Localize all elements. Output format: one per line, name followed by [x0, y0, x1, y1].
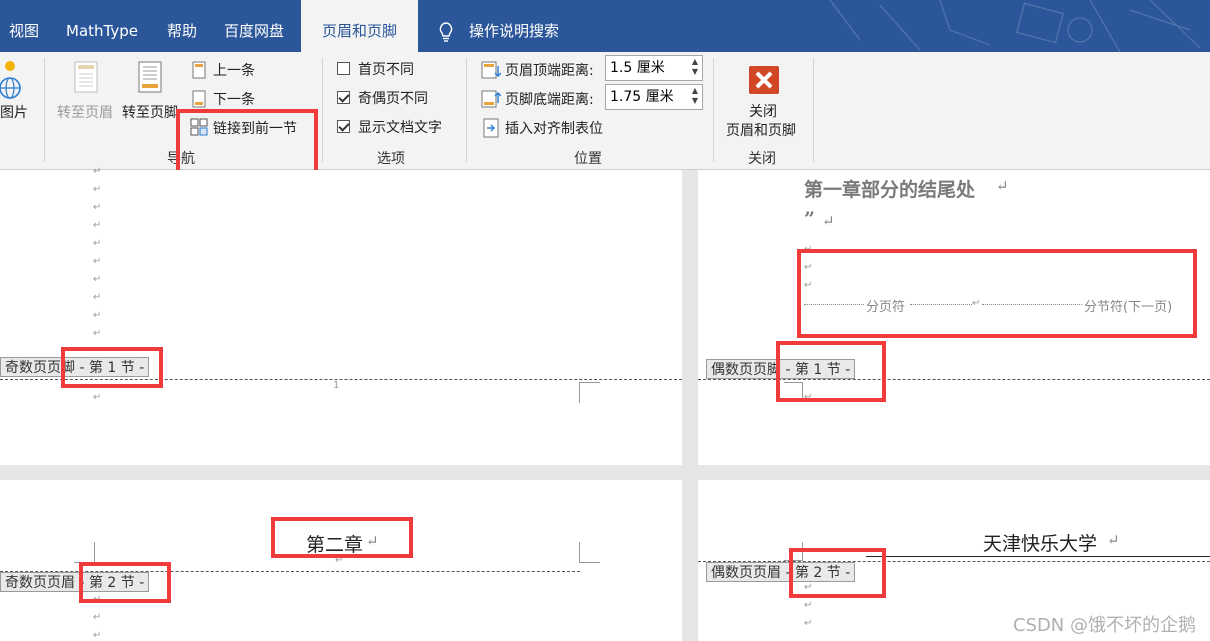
tell-me-search[interactable]: 操作说明搜索	[469, 0, 559, 52]
previous-icon	[192, 61, 206, 79]
spin-arrows-icon[interactable]: ▲ ▼	[692, 57, 698, 77]
page-odd-section2: 第二章 ↵ ↵ 奇数页页眉 - 第 2 节 - ↵ ↵ ↵	[0, 480, 682, 641]
group-label-position: 位置	[574, 151, 602, 167]
tab-baidu-netdisk[interactable]: 百度网盘	[224, 0, 284, 52]
paragraph-mark: ↵	[1107, 531, 1120, 549]
picture-label[interactable]: 图片	[0, 102, 28, 122]
page-odd-section1: ↵ ↵ ↵ ↵ ↵ ↵ ↵ ↵ ↵ ↵ 奇数页页脚 - 第 1 节 - 1 ↵	[0, 166, 682, 465]
goto-header-icon	[74, 61, 98, 93]
highlight-section-break	[797, 249, 1197, 338]
tab-mathtype[interactable]: MathType	[66, 0, 138, 52]
group-separator	[813, 58, 814, 162]
show-document-text-checkbox[interactable]	[337, 120, 350, 133]
paragraph-mark: ↵	[93, 310, 102, 321]
spin-arrows-icon[interactable]: ▲ ▼	[692, 86, 698, 106]
paragraph-mark: ↵	[93, 392, 102, 403]
previous-button[interactable]: 上一条	[213, 60, 255, 80]
close-header-footer-button[interactable]: 页眉和页脚	[726, 120, 796, 140]
highlight-even-header-section2	[789, 548, 886, 598]
paragraph-mark: ↵	[93, 238, 102, 249]
insert-alignment-tab-button[interactable]: 插入对齐制表位	[505, 118, 603, 138]
header-top-distance-label: 页眉顶端距离:	[505, 63, 594, 79]
group-separator	[44, 58, 45, 162]
crop-mark	[74, 542, 95, 563]
next-icon	[192, 90, 206, 108]
header-top-distance-input[interactable]: 1.5 厘米 ▲ ▼	[605, 55, 703, 81]
goto-footer-button[interactable]: 转至页脚	[122, 102, 178, 122]
group-label-close: 关闭	[748, 151, 776, 167]
paragraph-mark: ↵	[93, 184, 102, 195]
tab-view[interactable]: 视图	[9, 0, 39, 52]
university-header-text: 天津快乐大学	[983, 533, 1098, 555]
paragraph-mark: ↵	[93, 166, 102, 177]
tab-help[interactable]: 帮助	[167, 0, 197, 52]
show-document-text-label: 显示文档文字	[358, 120, 442, 136]
group-separator	[713, 58, 714, 162]
closing-quote: ”	[804, 208, 815, 230]
decorative-sketch-pattern	[829, 0, 1201, 52]
group-label-options: 选项	[377, 151, 405, 167]
chapter1-end-text: 第一章部分的结尾处	[804, 179, 976, 201]
paragraph-mark: ↵	[804, 600, 813, 611]
goto-header-button[interactable]: 转至页眉	[57, 102, 113, 122]
paragraph-mark: ↵	[93, 630, 102, 641]
paragraph-mark: ↵	[93, 274, 102, 285]
header-top-distance-value: 1.5 厘米	[610, 60, 665, 76]
crop-mark	[579, 542, 600, 563]
crop-mark	[579, 382, 600, 403]
different-odd-even-label: 奇偶页不同	[358, 91, 428, 107]
close-header-footer-icon[interactable]	[749, 66, 779, 94]
insert-alignment-tab-icon	[483, 118, 499, 138]
paragraph-mark: ↵	[804, 618, 813, 629]
close-button-line1[interactable]: 关闭	[749, 101, 777, 121]
paragraph-mark: ↵	[93, 256, 102, 267]
footer-bottom-distance-icon	[481, 90, 501, 108]
paragraph-mark: ↵	[93, 202, 102, 213]
footer-bottom-distance-label: 页脚底端距离:	[505, 92, 594, 108]
header-top-distance-icon	[481, 61, 501, 79]
paragraph-mark: ↵	[93, 220, 102, 231]
group-separator	[322, 58, 323, 162]
footer-bottom-distance-value: 1.75 厘米	[610, 89, 674, 105]
csdn-watermark: CSDN @饿不坏的企鹅	[1012, 615, 1196, 636]
different-first-page-checkbox[interactable]	[337, 62, 350, 75]
tab-header-footer[interactable]: 页眉和页脚	[301, 0, 418, 52]
ribbon-tab-bar: 视图 MathType 帮助 百度网盘 页眉和页脚 操作说明搜索	[0, 0, 1210, 52]
different-odd-even-checkbox[interactable]	[337, 91, 350, 104]
footer-bottom-distance-input[interactable]: 1.75 厘米 ▲ ▼	[605, 84, 703, 110]
lightbulb-icon	[439, 22, 453, 42]
paragraph-mark: ↵	[996, 177, 1009, 195]
paragraph-mark: ↵	[93, 328, 102, 339]
highlight-even-footer-section1	[776, 341, 886, 402]
paragraph-mark: ↵	[93, 612, 102, 623]
page-number: 1	[333, 380, 340, 391]
globe-picture-icon[interactable]	[0, 60, 24, 100]
next-button[interactable]: 下一条	[213, 89, 255, 109]
different-first-page-label: 首页不同	[358, 62, 414, 78]
highlight-odd-footer-section1	[61, 347, 163, 388]
highlight-chapter2-header	[271, 517, 413, 558]
highlight-odd-header-section2	[79, 562, 171, 603]
paragraph-mark: ↵	[93, 292, 102, 303]
group-separator	[466, 58, 467, 162]
header-underline	[866, 556, 1210, 557]
paragraph-mark: ↵	[822, 212, 835, 230]
goto-footer-icon	[138, 61, 162, 93]
